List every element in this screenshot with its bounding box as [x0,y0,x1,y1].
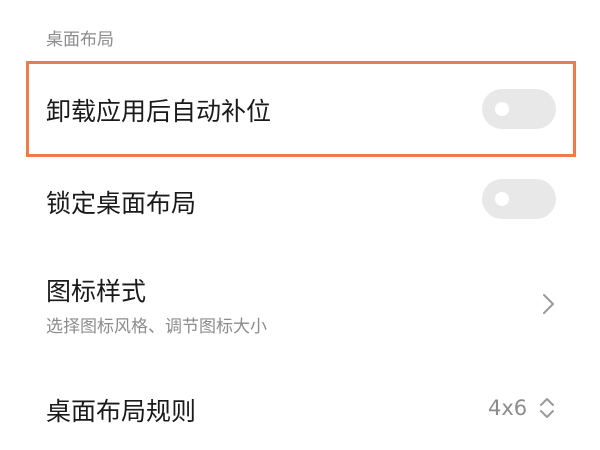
chevron-right-icon [543,294,554,314]
settings-page: 桌面布局 卸载应用后自动补位 锁定桌面布局 图标样式 选择图标风格、调节图标大小… [0,0,600,450]
section-header: 桌面布局 [46,30,114,50]
highlight-box [26,61,576,157]
layout-rule-value: 4x6 [488,396,528,420]
lock-layout-toggle[interactable] [482,179,556,219]
toggle-knob [495,192,509,206]
setting-row-lock-layout[interactable]: 锁定桌面布局 [0,160,600,240]
setting-row-layout-rule[interactable]: 桌面布局规则 4x6 [0,372,600,446]
setting-title-lock-layout: 锁定桌面布局 [46,189,197,218]
chevron-up-down-icon [540,398,554,418]
setting-row-icon-style[interactable]: 图标样式 选择图标风格、调节图标大小 [0,258,600,348]
setting-title-icon-style: 图标样式 [46,277,147,306]
setting-subtitle-icon-style: 选择图标风格、调节图标大小 [46,317,267,337]
setting-title-layout-rule: 桌面布局规则 [46,397,197,426]
